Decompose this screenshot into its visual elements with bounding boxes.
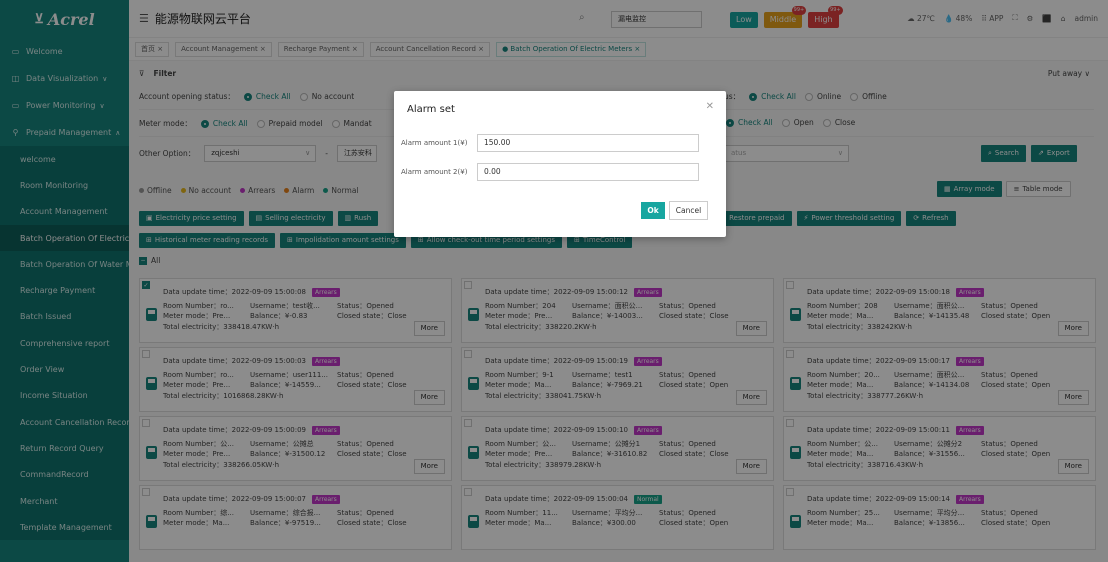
alarm-amount-1-input[interactable]: 150.00 (477, 134, 699, 152)
alarm-amount-2-input[interactable]: 0.00 (477, 163, 699, 181)
modal-overlay[interactable] (0, 0, 1108, 562)
dialog-title: Alarm set (407, 104, 455, 115)
ok-button[interactable]: Ok (641, 202, 665, 219)
cancel-button[interactable]: Cancel (669, 201, 708, 220)
alarm-set-dialog: Alarm set ✕ Alarm amount 1(¥) 150.00 Ala… (394, 91, 726, 237)
app-root: ⊻ Acrel ▭ Welcome ◫ Data Visualization ∨ ▭ Powe… (0, 0, 1108, 562)
alarm-amount-1-label: Alarm amount 1(¥) (401, 139, 468, 147)
close-icon[interactable]: ✕ (706, 101, 714, 112)
alarm-amount-2-label: Alarm amount 2(¥) (401, 168, 468, 176)
